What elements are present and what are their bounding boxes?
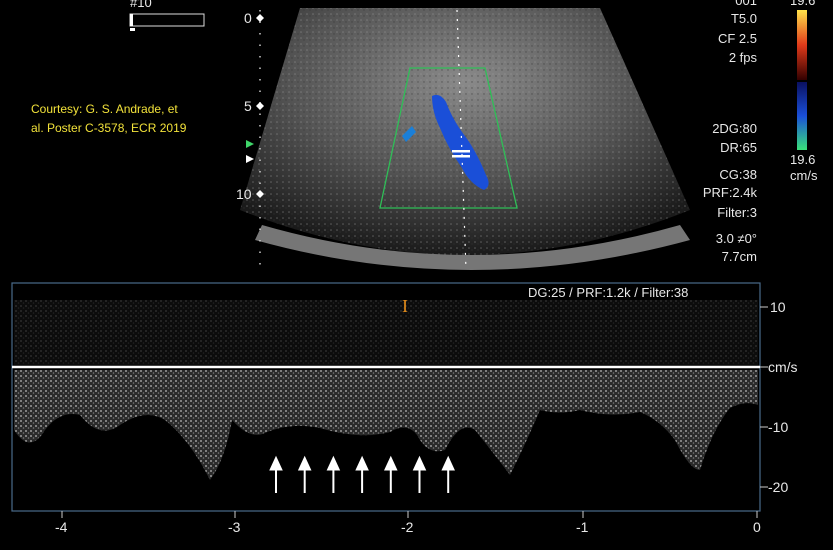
frame-gauge [129,13,205,27]
depth-label-0: 0 [244,10,252,26]
spectral-waveform [14,370,758,480]
focus-marker-green [246,140,254,148]
frame-tag: #10 [130,0,152,10]
depth-label-10: 10 [236,186,252,202]
sample-gate [452,150,470,153]
param-2dg: 2DG:80 [712,121,757,136]
color-bar-warm [797,10,807,80]
param-t: T5.0 [730,11,757,26]
color-bar-unit: cm/s [790,168,818,183]
courtesy-line-2: al. Poster C-3578, ECR 2019 [31,121,187,135]
annotation-arrow [326,455,341,493]
x-label-minus1: -1 [576,519,589,535]
spectral-doppler-panel [11,282,768,518]
param-prf: PRF:2.4k [702,185,757,200]
y-label-10: 10 [770,299,786,315]
preset-label: 001 [735,0,757,8]
y-label-minus20: -20 [768,479,789,495]
param-fps: 2 fps [728,50,757,65]
color-bar-cool [797,82,807,150]
annotation-arrow [269,455,283,493]
x-label-0: 0 [753,519,761,535]
focus-marker-white [246,155,254,163]
annotation-arrow [355,455,369,493]
color-bar-top-value: 19.6 [790,0,816,8]
x-label-minus4: -4 [55,519,68,535]
param-angle: 3.0 ≠0° [715,231,757,246]
annotation-arrow [441,455,455,493]
spectral-settings: DG:25 / PRF:1.2k / Filter:38 [528,285,689,300]
annotation-arrow [412,455,427,493]
color-bar-bottom-value: 19.6 [790,152,816,167]
x-label-minus2: -2 [401,519,414,535]
y-label-minus10: -10 [768,419,789,435]
param-filter: Filter:3 [717,205,757,220]
annotation-arrow [297,455,312,493]
x-label-minus3: -3 [228,519,241,535]
courtesy-note: Courtesy: G. S. Andrade, et al. Poster C… [31,100,186,138]
depth-label-5: 5 [244,98,252,114]
param-cf: CF 2.5 [717,31,757,46]
annotation-arrow [384,455,398,493]
param-cg: CG:38 [719,167,757,182]
trace-marker: I [402,296,408,316]
param-dr: DR:65 [720,140,757,155]
courtesy-line-1: Courtesy: G. S. Andrade, et [31,102,178,116]
param-depth: 7.7cm [721,249,757,264]
y-label-unit: cm/s [768,359,798,375]
